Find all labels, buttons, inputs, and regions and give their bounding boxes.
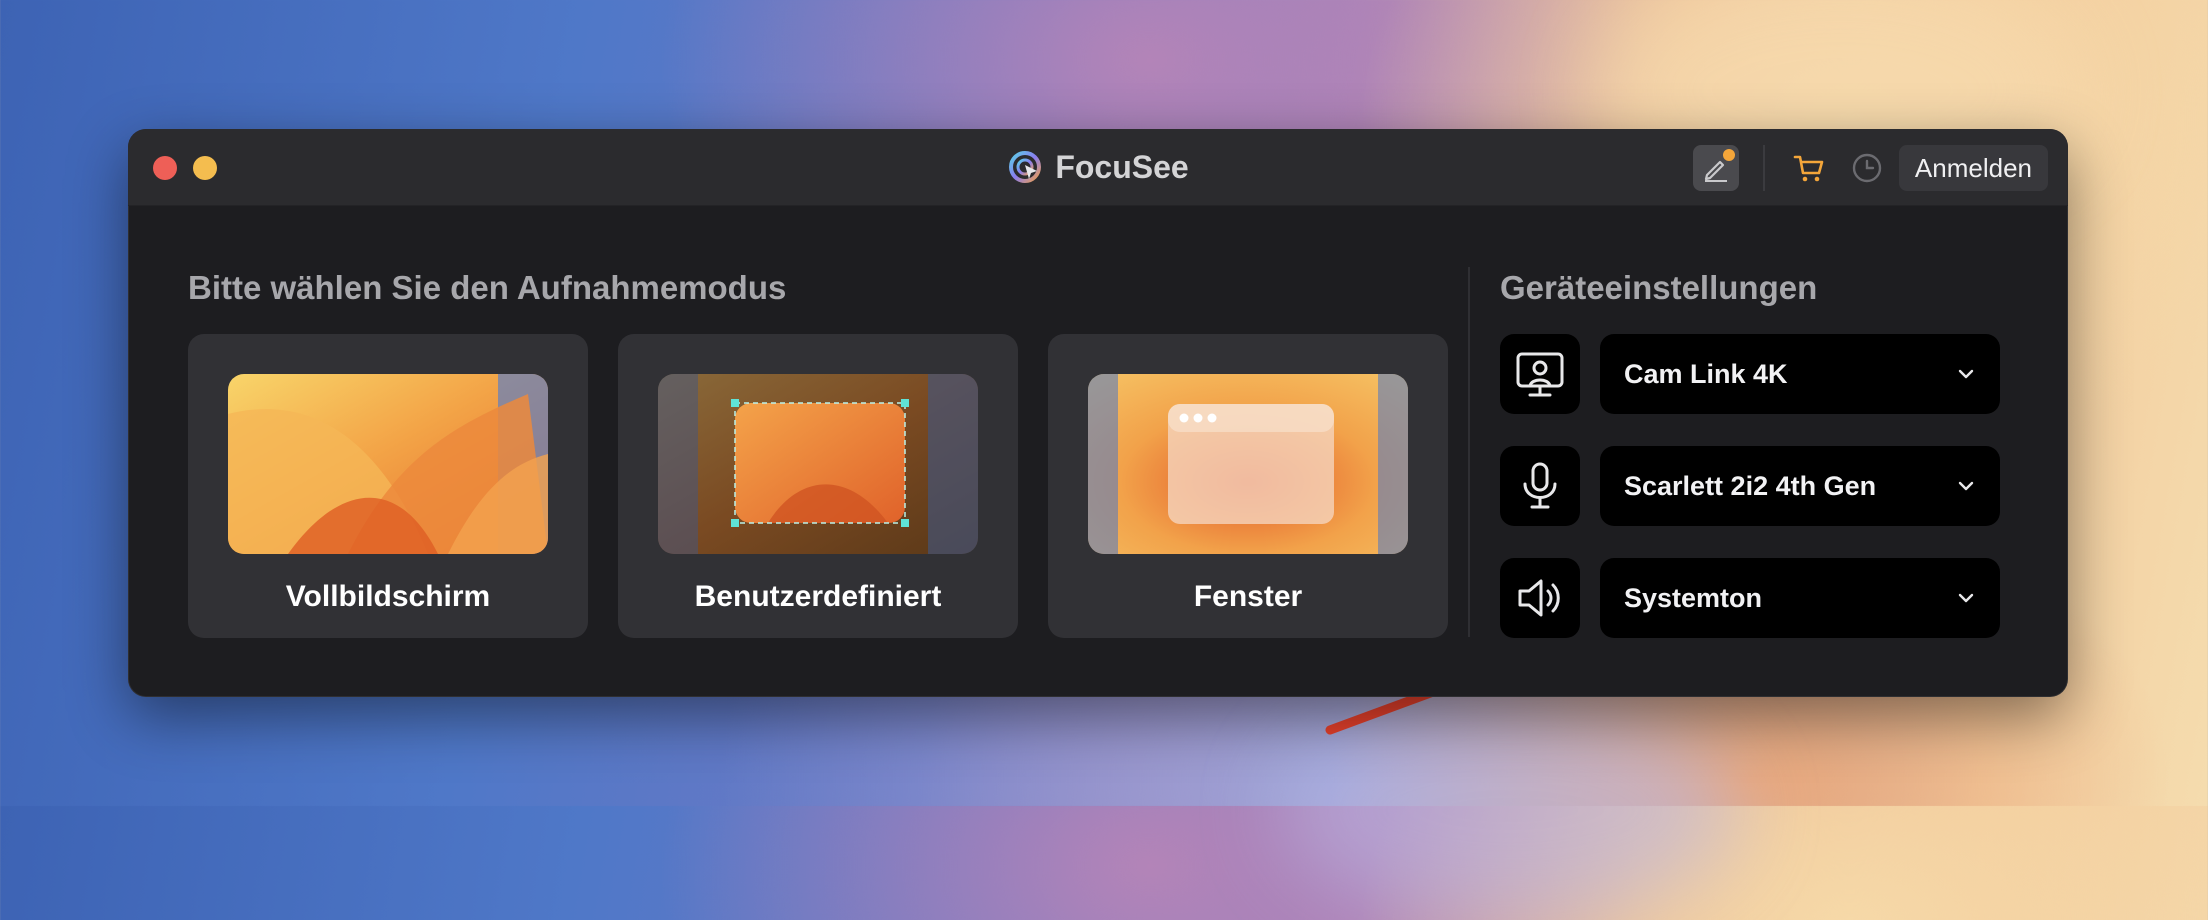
microphone-select-value: Scarlett 2i2 4th Gen [1624,471,1877,501]
speaker-icon [1518,579,1560,617]
clock-icon [1852,153,1882,183]
cart-button[interactable] [1789,148,1829,188]
window-preview [1088,374,1408,554]
app-window: FocuSee Anmelden Bitte wählen Sie den Au… [128,129,2068,697]
speaker-select[interactable]: Systemton [1600,558,2000,638]
microphone-icon-box[interactable] [1500,446,1580,526]
recording-mode-title: Bitte wählen Sie den Aufnahmemodus [188,269,787,306]
camera-select[interactable]: Cam Link 4K [1600,334,2000,414]
chevron-down-icon [1958,593,1974,603]
mode-card-window[interactable]: Fenster [1048,334,1448,638]
speaker-icon-box[interactable] [1500,558,1580,638]
focusee-logo-icon [1009,151,1042,183]
chevron-down-icon [1958,481,1974,491]
mode-card-fullscreen[interactable]: Vollbildschirm [188,334,588,638]
custom-preview [658,374,978,554]
speaker-select-value: Systemton [1624,583,1763,613]
camera-icon [1516,352,1564,397]
device-settings-title: Geräteeinstellungen [1500,269,1818,306]
microphone-select[interactable]: Scarlett 2i2 4th Gen [1600,446,2000,526]
camera-icon-box[interactable] [1500,334,1580,414]
fullscreen-preview [228,374,548,554]
chevron-down-icon [1958,369,1974,379]
login-button[interactable]: Anmelden [1898,145,2048,191]
title-bar: FocuSee Anmelden [128,129,2068,206]
cart-icon [1793,155,1824,182]
mode-label: Fenster [1193,580,1303,613]
notification-dot [1722,149,1735,161]
mode-label: Vollbildschirm [285,580,491,613]
camera-select-value: Cam Link 4K [1624,359,1788,389]
history-button[interactable] [1847,148,1887,188]
toolbar-divider [1762,145,1765,191]
mode-card-custom[interactable]: Benutzerdefiniert [618,334,1018,638]
microphone-icon [1523,462,1557,509]
mode-label: Benutzerdefiniert [694,580,942,613]
toolbar-right: Anmelden [1692,145,2048,191]
app-title-text: FocuSee [1055,148,1189,185]
edit-button[interactable] [1692,145,1739,191]
section-divider [1468,267,1470,637]
